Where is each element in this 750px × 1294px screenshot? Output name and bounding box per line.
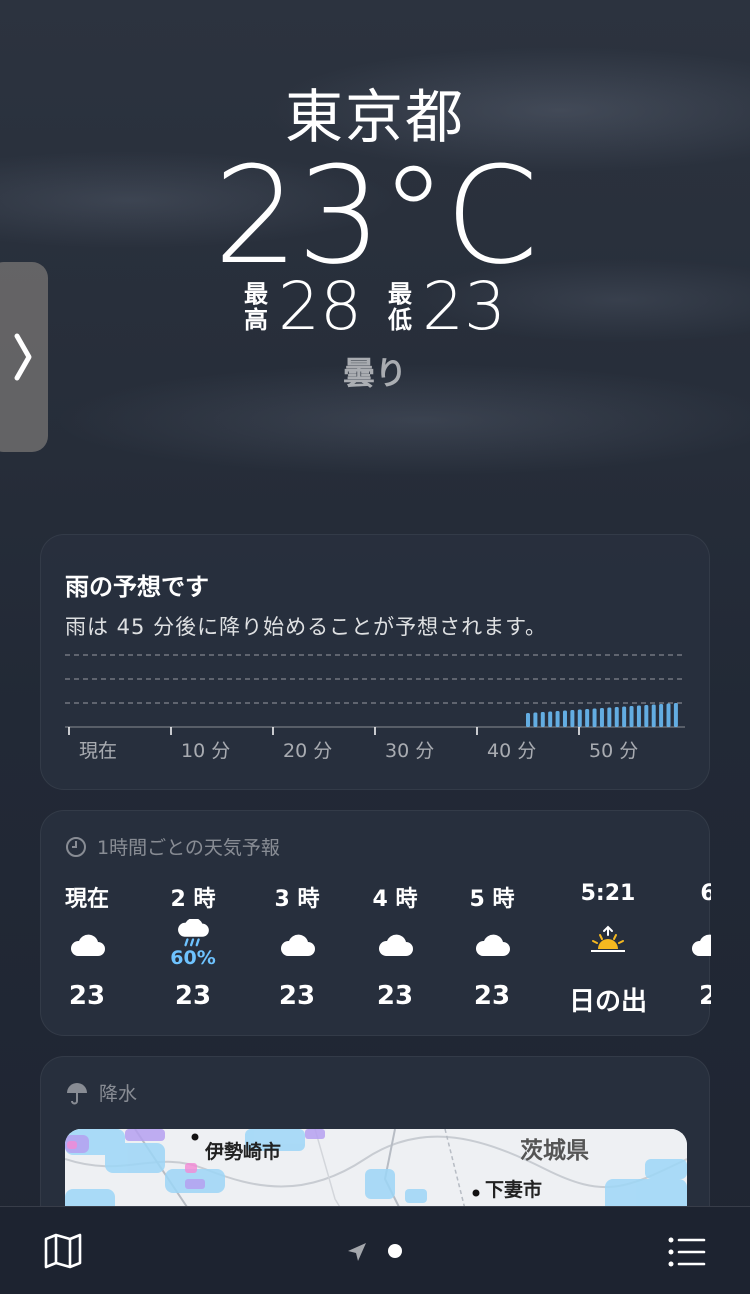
rain-bar [629,706,634,727]
cloud-icon [378,934,413,956]
rain-chart-tick-label: 20 分 [283,740,332,762]
map-icon[interactable] [44,1233,82,1269]
low-value: 23 [422,268,506,345]
rain-bar [599,708,604,727]
precip-header: 降水 [65,1079,137,1106]
map-label-shimotsuma: 下妻市 [485,1179,543,1201]
rain-forecast-title: 雨の予想です [65,573,209,601]
hour-item: 現在 23 [64,887,109,1011]
rain-minute-chart: 現在 10 分 20 分 30 分 40 分 50 分 [65,654,685,762]
cloud-icon [70,934,105,956]
cloud-icon [692,934,711,956]
hourly-forecast-card[interactable]: 1時間ごとの天気予報 現在 23 2 時 60% 23 3 時 23 4 時 2… [40,810,711,1036]
hourly-header: 1時間ごとの天気予報 [65,833,280,860]
hourly-scroll[interactable]: 現在 23 2 時 60% 23 3 時 23 4 時 23 5 時 23 5:… [41,881,711,1031]
list-icon[interactable] [668,1237,706,1267]
precip-probability: 60% [170,947,216,969]
rain-bar [622,706,627,727]
rain-bar [659,704,664,727]
rain-forecast-description: 雨は 45 分後に降り始めることが予想されます。 [65,615,547,639]
rain-bar [562,710,567,727]
rain-bar [555,711,560,727]
rain-bar [666,703,671,727]
rain-forecast-card[interactable]: 雨の予想です 雨は 45 分後に降り始めることが予想されます。 現在 10 分 20… [40,534,710,790]
hourly-header-label: 1時間ごとの天気予報 [97,837,280,859]
cloud-icon [475,934,510,956]
rain-bar [636,705,641,727]
rain-bar [651,704,656,727]
condition-text: 曇り [342,354,407,392]
precip-header-label: 降水 [99,1083,138,1105]
high-temp: 最 高 28 [244,268,362,345]
rain-bar [548,711,553,727]
rain-bar [644,705,649,727]
bottom-toolbar [0,1206,750,1294]
cloud-icon [280,934,315,956]
hour-item: 4 時 23 [372,887,418,1011]
sunrise-icon [591,925,625,952]
high-value: 28 [278,268,362,345]
rain-bar [570,710,575,727]
high-low: 最 高 28 最 低 23 [0,268,750,345]
rain-cloud-icon [178,919,209,947]
clock-icon [66,836,86,857]
hour-item: 5:21 日の出 [568,881,647,1017]
location-arrow-icon[interactable] [346,1241,368,1263]
rain-bar [540,712,545,727]
map-label-isesaki: 伊勢崎市 [205,1141,282,1163]
low-temp: 最 低 23 [388,268,506,345]
hour-item: 3 時 23 [274,887,320,1011]
hour-item: 5 時 23 [469,887,515,1011]
map-label-ibaraki: 茨城県 [520,1138,589,1164]
rain-bar [673,703,678,727]
rain-bar [526,713,530,727]
hour-item: 2 時 60% 23 [170,887,216,1011]
rain-bar [577,709,582,727]
rain-chart-tick-label: 40 分 [487,740,536,762]
rain-chart-tick-label: 30 分 [385,740,434,762]
umbrella-icon [67,1082,87,1104]
high-label: 最 高 [244,279,269,334]
rain-bar [585,709,590,727]
rain-bar [614,707,619,727]
rain-chart-tick-label: 現在 [79,740,117,762]
hour-item: 6 2 [653,881,711,1011]
page-indicator-dot[interactable] [388,1244,402,1258]
low-label: 最 低 [388,279,412,334]
rain-chart-tick-label: 10 分 [181,740,230,762]
rain-bar [533,712,538,727]
rain-bar [592,708,597,727]
rain-chart-tick-label: 50 分 [589,740,638,762]
rain-bar [607,707,612,727]
